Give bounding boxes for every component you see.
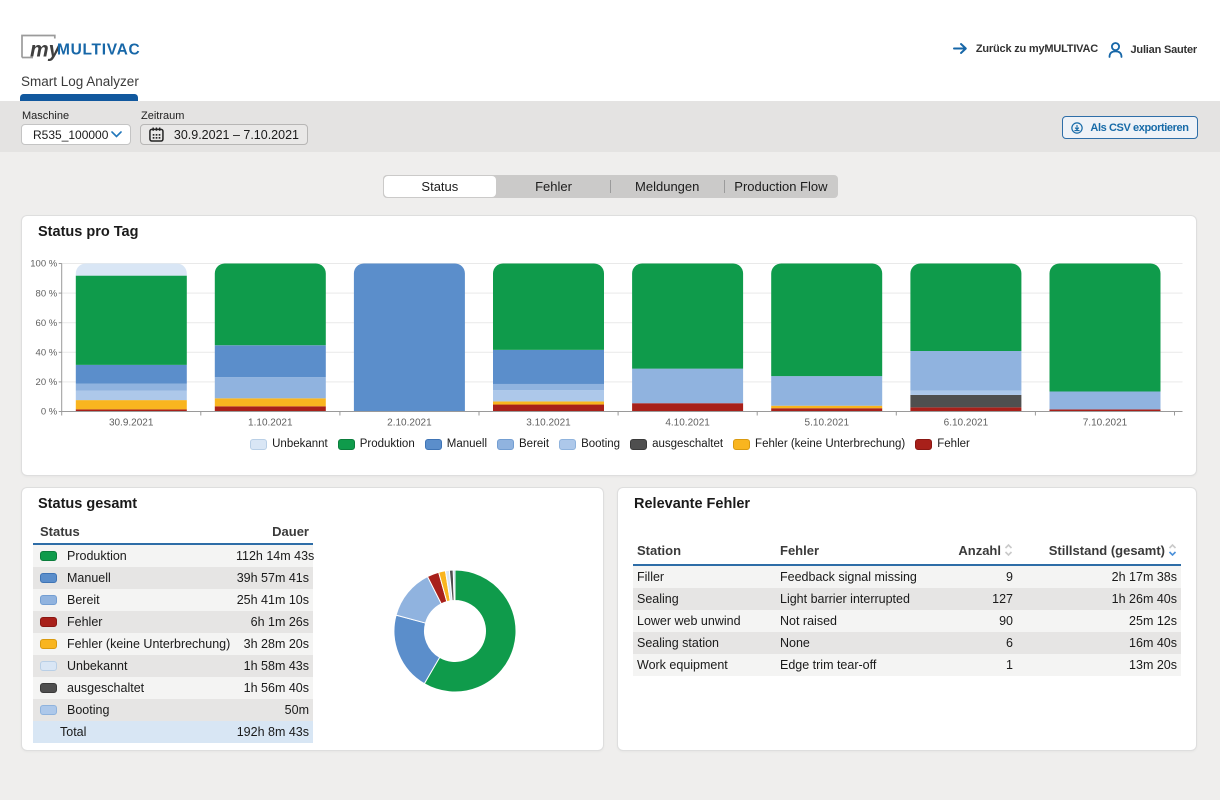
svg-text:4.10.2021: 4.10.2021: [665, 418, 710, 429]
svg-text:MULTIVAC: MULTIVAC: [57, 42, 140, 59]
svg-text:30.9.2021: 30.9.2021: [109, 418, 154, 429]
svg-text:60 %: 60 %: [36, 318, 58, 329]
svg-text:40 %: 40 %: [36, 348, 58, 359]
svg-text:3.10.2021: 3.10.2021: [526, 418, 571, 429]
svg-text:100 %: 100 %: [30, 259, 57, 270]
svg-text:6.10.2021: 6.10.2021: [944, 418, 989, 429]
svg-text:20 %: 20 %: [36, 377, 58, 388]
svg-text:7.10.2021: 7.10.2021: [1083, 418, 1128, 429]
svg-text:5.10.2021: 5.10.2021: [805, 418, 850, 429]
svg-text:80 %: 80 %: [36, 288, 58, 299]
svg-text:2.10.2021: 2.10.2021: [387, 418, 432, 429]
svg-text:1.10.2021: 1.10.2021: [248, 418, 293, 429]
svg-text:0 %: 0 %: [41, 407, 58, 418]
